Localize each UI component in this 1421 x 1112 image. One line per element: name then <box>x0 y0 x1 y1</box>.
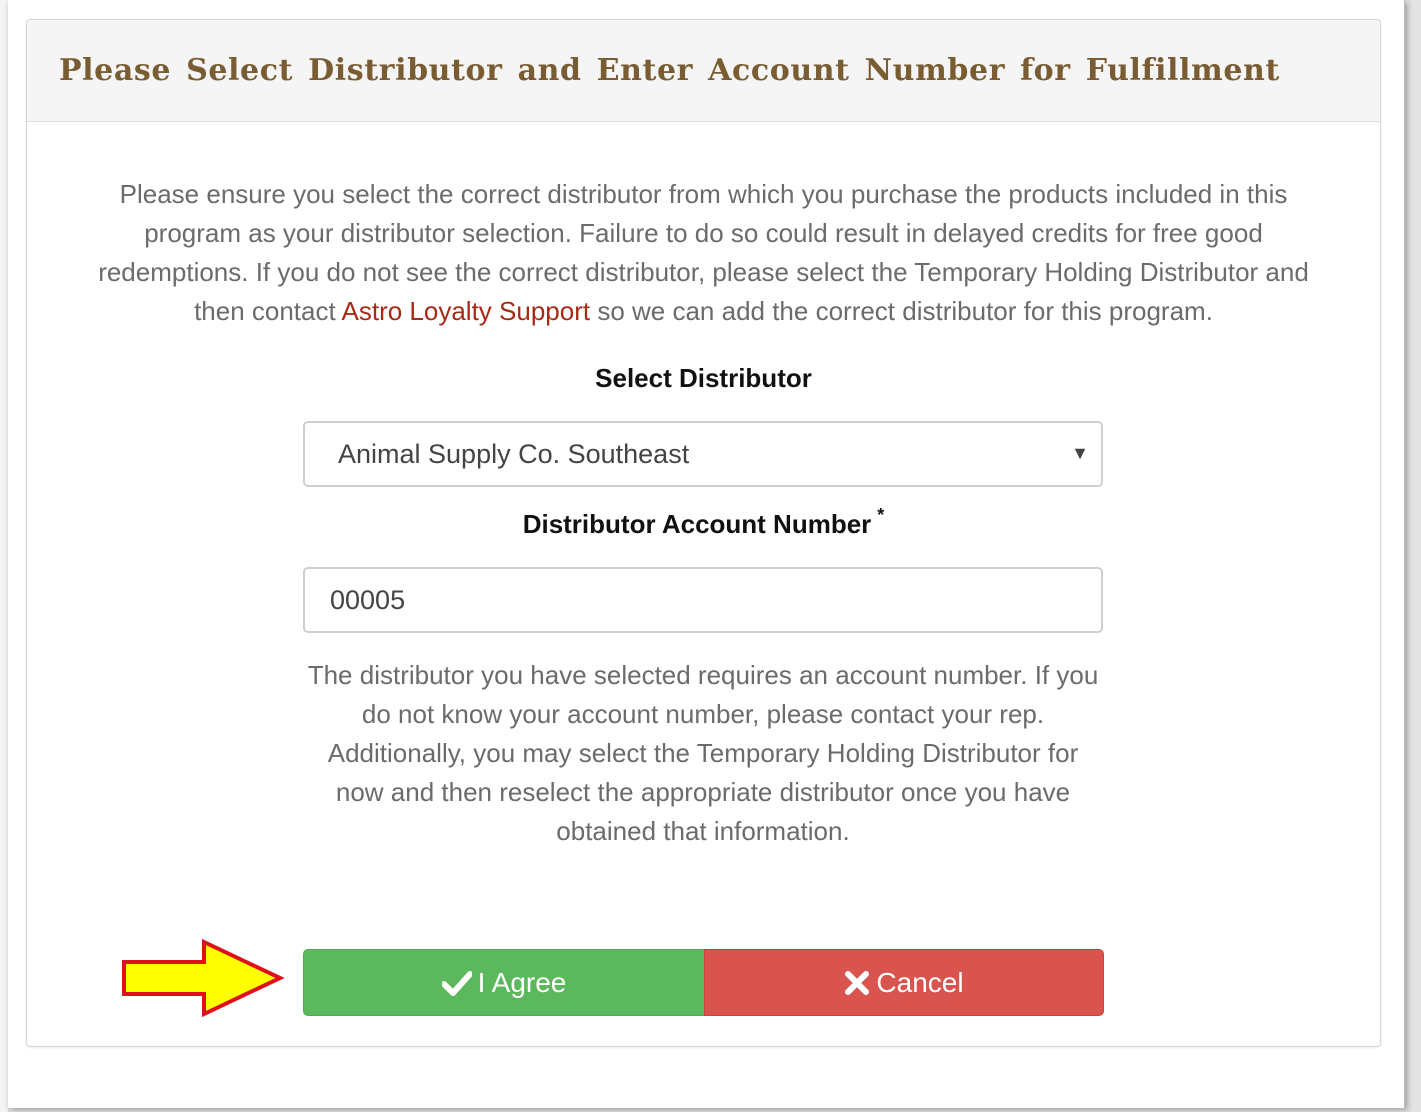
agree-button-label: I Agree <box>477 966 567 998</box>
intro-text-end: so we can add the correct distributor fo… <box>590 296 1213 326</box>
account-help-text: The distributor you have selected requir… <box>307 660 1099 846</box>
account-number-input[interactable]: 00005 <box>303 567 1103 633</box>
required-asterisk: * <box>877 505 885 525</box>
page: Please Select Distributor and Enter Acco… <box>0 0 1421 1112</box>
check-icon <box>441 970 472 996</box>
account-number-label: Distributor Account Number * <box>27 505 1380 540</box>
close-icon <box>844 970 870 996</box>
distributor-selected-value: Animal Supply Co. Southeast <box>338 438 690 469</box>
account-number-label-text: Distributor Account Number <box>522 509 872 539</box>
support-link[interactable]: Astro Loyalty Support <box>342 296 591 326</box>
pointer-arrow-icon <box>122 938 284 1018</box>
select-distributor-label: Select Distributor <box>595 363 812 393</box>
cancel-button-label: Cancel <box>876 966 964 998</box>
page-title: Please Select Distributor and Enter Acco… <box>59 53 1280 88</box>
caret-down-icon: ▼ <box>1071 443 1089 463</box>
distributor-panel: Please Select Distributor and Enter Acco… <box>26 19 1381 1047</box>
distributor-select[interactable]: Animal Supply Co. Southeast ▼ <box>303 421 1103 487</box>
background-strip-right <box>1403 0 1421 1112</box>
account-number-value: 00005 <box>330 584 406 615</box>
agree-button[interactable]: I Agree <box>303 949 705 1016</box>
panel-heading: Please Select Distributor and Enter Acco… <box>27 20 1380 122</box>
intro-paragraph: Please ensure you select the correct dis… <box>87 175 1320 331</box>
cancel-button[interactable]: Cancel <box>704 949 1104 1016</box>
